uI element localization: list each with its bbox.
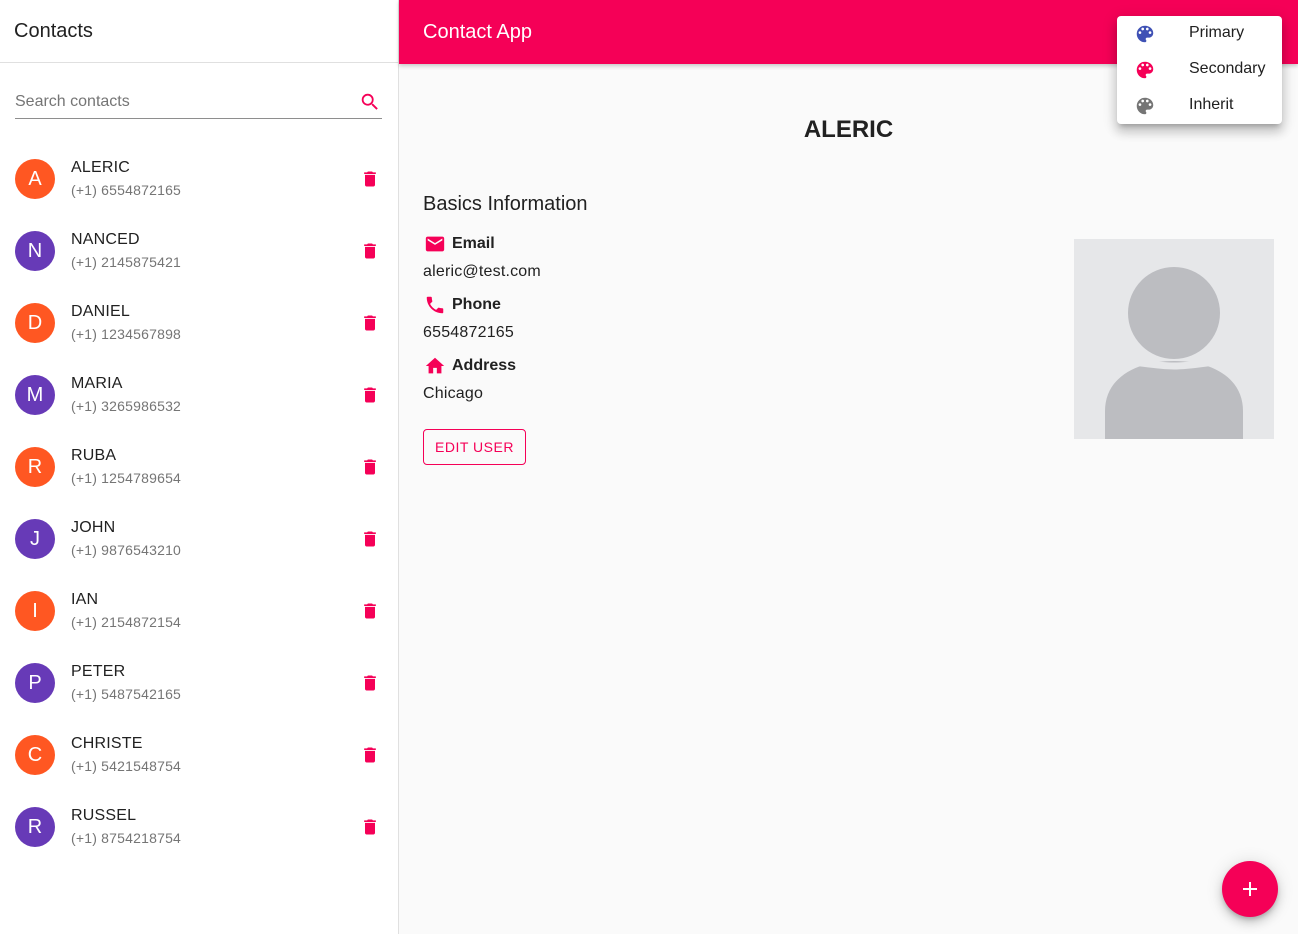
delete-contact-button[interactable] xyxy=(358,239,382,263)
trash-icon xyxy=(364,459,376,475)
contact-name: RUSSEL xyxy=(71,807,137,824)
menu-item-label: Primary xyxy=(1189,24,1245,41)
contact-name: MARIA xyxy=(71,375,123,392)
contact-phone: (+1) 9876543210 xyxy=(71,542,182,558)
contact-name: JOHN xyxy=(71,519,116,536)
trash-icon xyxy=(364,243,376,259)
search-icon[interactable] xyxy=(358,90,382,114)
phone-icon xyxy=(423,293,447,317)
trash-icon xyxy=(364,531,376,547)
app-title: Contact App xyxy=(423,20,532,43)
person-placeholder-icon xyxy=(1074,239,1274,439)
contact-phone: (+1) 2154872154 xyxy=(71,614,182,630)
color-menu: Primary Secondary Inherit xyxy=(1117,16,1282,124)
email-label-text: Email xyxy=(452,235,495,252)
delete-contact-button[interactable] xyxy=(358,167,382,191)
palette-icon xyxy=(1133,94,1157,118)
avatar: P xyxy=(15,663,55,703)
trash-icon xyxy=(364,315,376,331)
contact-phone: (+1) 1254789654 xyxy=(71,470,182,486)
address-label: Address xyxy=(423,354,516,378)
contacts-sidebar: Contacts A ALERIC (+1) 6554872165 N NANCED (+… xyxy=(0,0,399,934)
trash-icon xyxy=(364,387,376,403)
plus-icon xyxy=(1243,882,1257,896)
email-label: Email xyxy=(423,232,495,256)
avatar: N xyxy=(15,231,55,271)
delete-contact-button[interactable] xyxy=(358,455,382,479)
trash-icon xyxy=(364,603,376,619)
palette-icon xyxy=(1133,58,1157,82)
avatar: M xyxy=(15,375,55,415)
section-title: Basics Information xyxy=(423,193,588,215)
avatar: R xyxy=(15,447,55,487)
contact-item[interactable]: A ALERIC (+1) 6554872165 xyxy=(0,143,398,215)
contact-name: DANIEL xyxy=(71,303,130,320)
palette-icon xyxy=(1133,22,1157,46)
contact-item[interactable]: C CHRISTE (+1) 5421548754 xyxy=(0,719,398,791)
avatar: R xyxy=(15,807,55,847)
contact-phone: (+1) 5421548754 xyxy=(71,758,182,774)
contact-item[interactable]: D DANIEL (+1) 1234567898 xyxy=(0,287,398,359)
delete-contact-button[interactable] xyxy=(358,311,382,335)
contact-item[interactable]: R RUSSEL (+1) 8754218754 xyxy=(0,791,398,863)
menu-item-label: Inherit xyxy=(1189,96,1234,113)
delete-contact-button[interactable] xyxy=(358,743,382,767)
delete-contact-button[interactable] xyxy=(358,671,382,695)
delete-contact-button[interactable] xyxy=(358,527,382,551)
sidebar-header: Contacts xyxy=(0,0,398,63)
phone-value: 6554872165 xyxy=(423,324,514,341)
contact-detail: ALERIC Basics Information Email aleric@t… xyxy=(399,64,1298,934)
delete-contact-button[interactable] xyxy=(358,599,382,623)
contact-list: A ALERIC (+1) 6554872165 N NANCED (+1) 214587… xyxy=(0,143,398,863)
avatar: J xyxy=(15,519,55,559)
contact-item[interactable]: J JOHN (+1) 9876543210 xyxy=(0,503,398,575)
email-value: aleric@test.com xyxy=(423,263,541,280)
delete-contact-button[interactable] xyxy=(358,815,382,839)
contact-name: PETER xyxy=(71,663,126,680)
menu-item-secondary[interactable]: Secondary xyxy=(1117,52,1282,88)
contact-phone: (+1) 2145875421 xyxy=(71,254,182,270)
contact-phone: (+1) 8754218754 xyxy=(71,830,182,846)
contact-name: RUBA xyxy=(71,447,117,464)
address-label-text: Address xyxy=(452,357,517,374)
trash-icon xyxy=(364,171,376,187)
contact-item[interactable]: P PETER (+1) 5487542165 xyxy=(0,647,398,719)
delete-contact-button[interactable] xyxy=(358,383,382,407)
search-input[interactable] xyxy=(15,87,358,117)
contact-item[interactable]: R RUBA (+1) 1254789654 xyxy=(0,431,398,503)
contact-phone: (+1) 5487542165 xyxy=(71,686,182,702)
contact-name: IAN xyxy=(71,591,99,608)
contact-item[interactable]: M MARIA (+1) 3265986532 xyxy=(0,359,398,431)
contact-phone: (+1) 3265986532 xyxy=(71,398,182,414)
contact-item[interactable]: N NANCED (+1) 2145875421 xyxy=(0,215,398,287)
home-icon xyxy=(423,354,447,378)
menu-item-label: Secondary xyxy=(1189,60,1266,77)
edit-user-button[interactable]: EDIT USER xyxy=(423,429,526,465)
contact-phone: (+1) 6554872165 xyxy=(71,182,182,198)
menu-item-primary[interactable]: Primary xyxy=(1117,16,1282,52)
avatar: I xyxy=(15,591,55,631)
contact-name: ALERIC xyxy=(71,159,130,176)
avatar: D xyxy=(15,303,55,343)
contact-name: NANCED xyxy=(71,231,140,248)
add-contact-button[interactable] xyxy=(1222,861,1278,917)
trash-icon xyxy=(364,819,376,835)
avatar: C xyxy=(15,735,55,775)
avatar: A xyxy=(15,159,55,199)
sidebar-title: Contacts xyxy=(14,19,93,42)
address-value: Chicago xyxy=(423,385,484,402)
contact-item[interactable]: I IAN (+1) 2154872154 xyxy=(0,575,398,647)
phone-label: Phone xyxy=(423,293,501,317)
trash-icon xyxy=(364,747,376,763)
contact-name: CHRISTE xyxy=(71,735,143,752)
email-icon xyxy=(423,232,447,256)
contact-phone: (+1) 1234567898 xyxy=(71,326,182,342)
search-field xyxy=(15,86,382,119)
profile-photo xyxy=(1074,239,1274,439)
menu-item-inherit[interactable]: Inherit xyxy=(1117,88,1282,124)
trash-icon xyxy=(364,675,376,691)
phone-label-text: Phone xyxy=(452,296,501,313)
